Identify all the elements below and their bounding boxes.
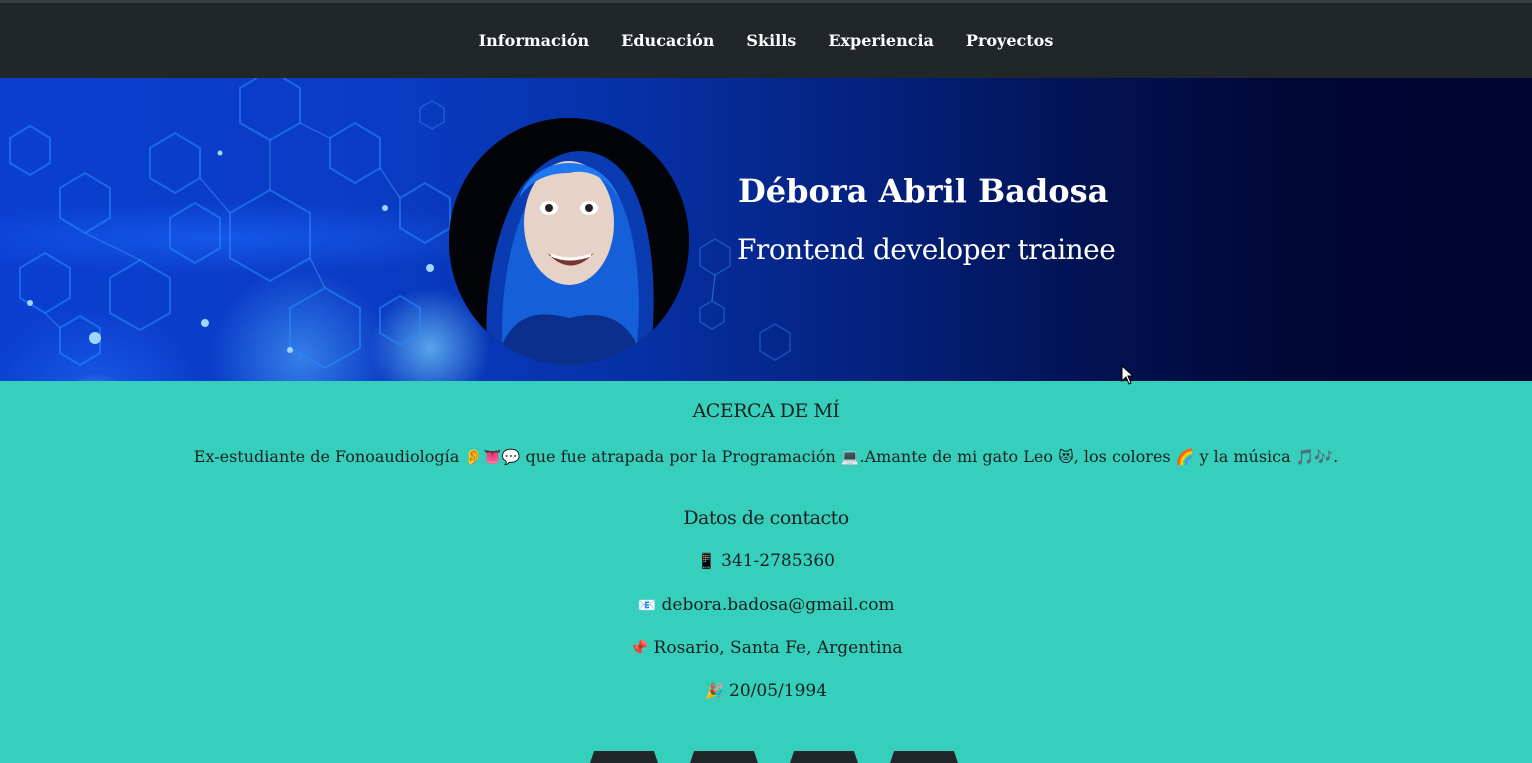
- hero-banner: Débora Abril Badosa Frontend developer t…: [0, 78, 1532, 381]
- nav-link-educacion[interactable]: Educación: [621, 31, 714, 50]
- contact-email: 📧 debora.badosa@gmail.com: [0, 595, 1532, 615]
- hexagon-network-background: [9, 78, 791, 370]
- profile-photo: [449, 118, 689, 365]
- bio-part-4: , los colores: [1073, 447, 1176, 466]
- hero-name: Débora Abril Badosa: [738, 172, 1109, 210]
- phone-icon: 📱: [697, 552, 716, 570]
- email-icon: 📧: [637, 596, 657, 614]
- contact-phone: 📱 341-2785360: [0, 551, 1532, 571]
- nav-link-skills[interactable]: Skills: [746, 31, 796, 50]
- laptop-emoji: 💻: [840, 448, 860, 466]
- rainbow-emoji: 🌈: [1175, 448, 1195, 466]
- phone-value: 341-2785360: [721, 551, 835, 571]
- cat-emoji: 😻: [1058, 448, 1074, 466]
- contact-birthday: 🎉 20/05/1994: [0, 681, 1532, 701]
- social-link-3[interactable]: [790, 751, 858, 763]
- navbar: Información Educación Skills Experiencia…: [0, 3, 1532, 78]
- hero-role: Frontend developer trainee: [737, 233, 1116, 266]
- bio-part-1: Ex-estudiante de Fonoaudiología: [193, 447, 465, 466]
- bio-part-2: que fue atrapada por la Programación: [520, 447, 841, 466]
- bio-part-5: y la música: [1194, 447, 1296, 466]
- ear-tongue-speech-emoji: 👂👅💬: [464, 448, 521, 466]
- contact-location: 📌 Rosario, Santa Fe, Argentina: [0, 638, 1532, 658]
- pushpin-icon: 📌: [629, 639, 649, 657]
- social-link-1[interactable]: [590, 751, 658, 763]
- party-popper-icon: 🎉: [704, 682, 724, 700]
- about-section: ACERCA DE MÍ Ex-estudiante de Fonoaudiol…: [0, 381, 1532, 763]
- music-notes-emoji: 🎵🎶: [1295, 448, 1334, 466]
- nav-link-informacion[interactable]: Información: [479, 31, 590, 50]
- nav-link-experiencia[interactable]: Experiencia: [828, 31, 934, 50]
- bio-part-6: .: [1333, 447, 1339, 466]
- about-heading: ACERCA DE MÍ: [692, 400, 840, 422]
- social-links-row: [590, 751, 970, 763]
- social-link-2[interactable]: [690, 751, 758, 763]
- mouse-cursor-icon: [1121, 365, 1135, 385]
- location-value: Rosario, Santa Fe, Argentina: [653, 638, 903, 658]
- birthday-value: 20/05/1994: [729, 681, 828, 701]
- bio-text: Ex-estudiante de Fonoaudiología 👂👅💬 que …: [0, 447, 1532, 466]
- social-link-4[interactable]: [890, 751, 958, 763]
- bio-part-3: .Amante de mi gato Leo: [859, 447, 1059, 466]
- email-value[interactable]: debora.badosa@gmail.com: [662, 595, 895, 615]
- nav-link-proyectos[interactable]: Proyectos: [966, 31, 1053, 50]
- contact-heading: Datos de contacto: [683, 507, 849, 529]
